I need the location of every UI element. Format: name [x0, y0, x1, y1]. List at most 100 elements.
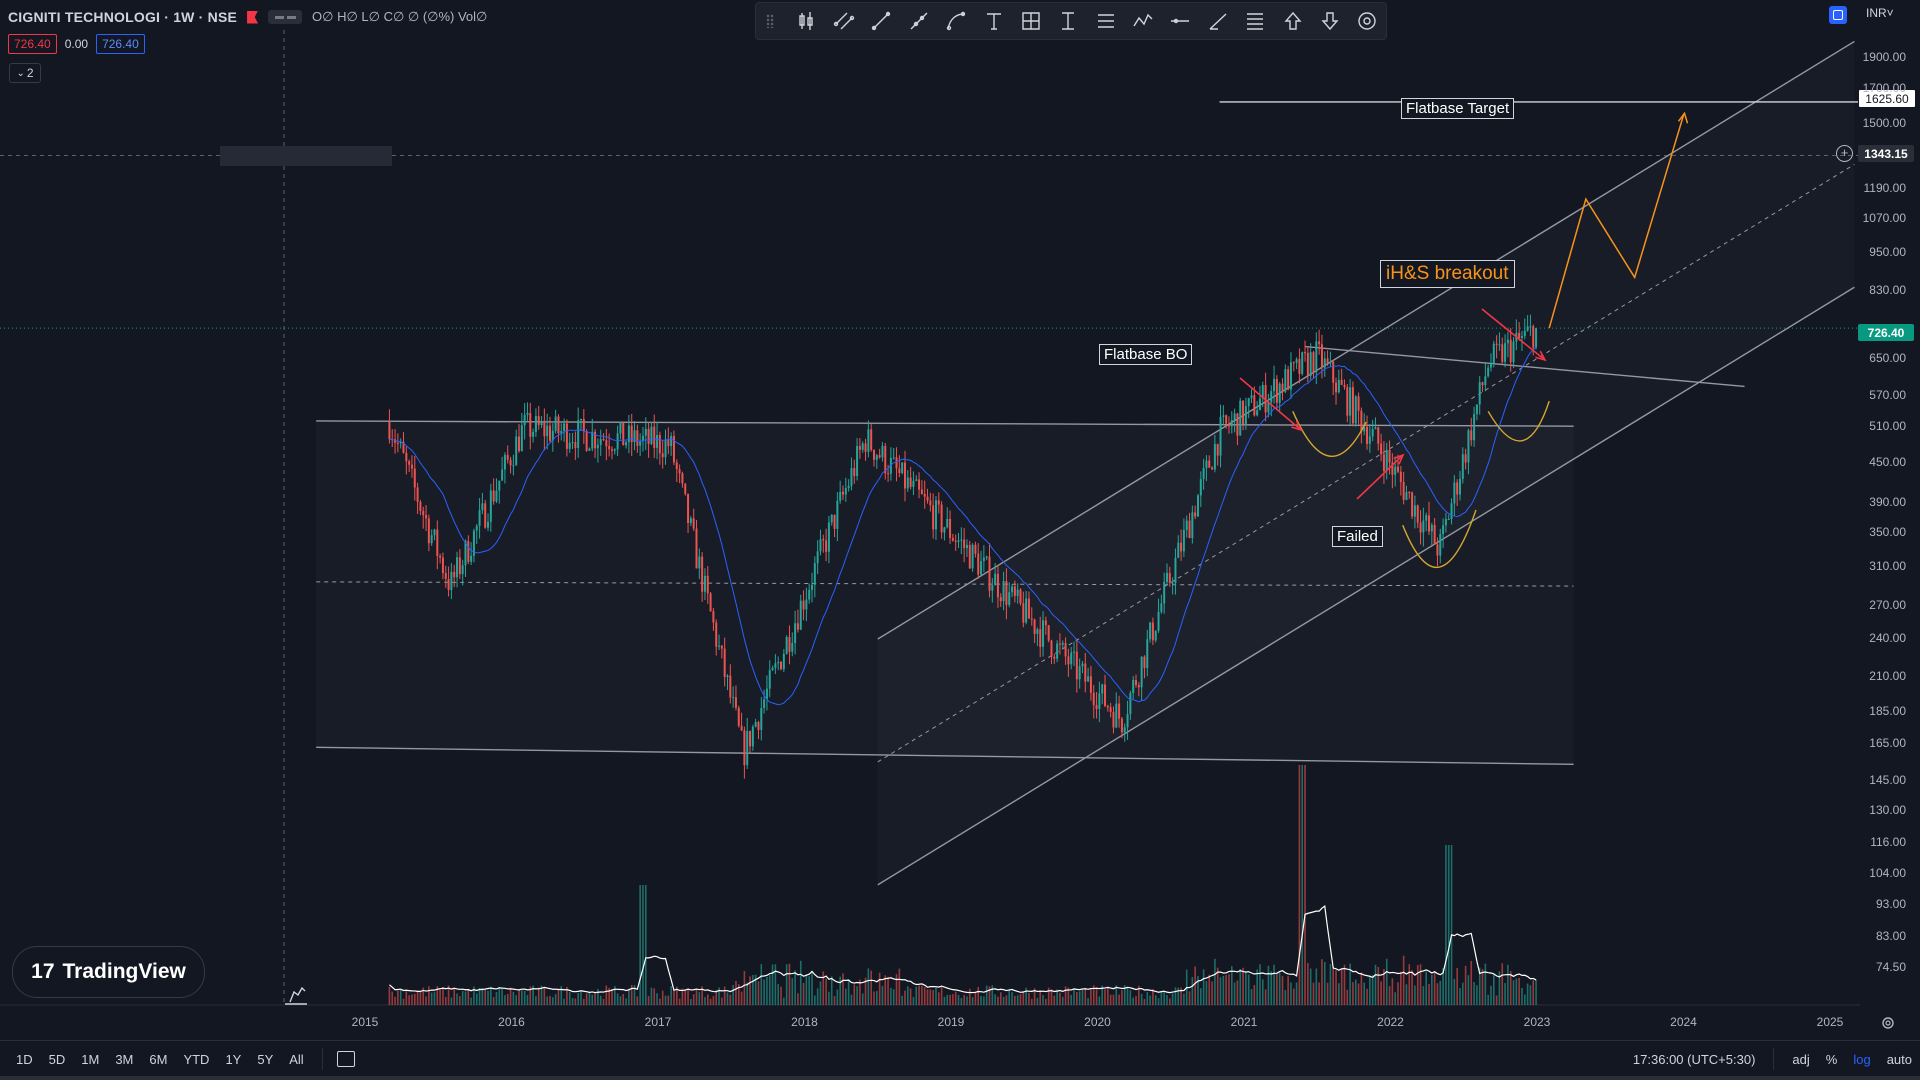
pattern-icon[interactable]: [1124, 6, 1161, 36]
currency-selector[interactable]: INR˅: [1866, 6, 1894, 20]
volume-bar: [923, 987, 926, 1005]
volume-bar: [912, 997, 915, 1005]
buy-price[interactable]: 726.40: [96, 34, 145, 54]
dino-icon[interactable]: [282, 982, 310, 1006]
volume-bar: [585, 993, 588, 1005]
add-alert-icon[interactable]: +: [1836, 145, 1853, 162]
settings-circle-icon[interactable]: [1349, 6, 1386, 36]
candle-body: [1340, 379, 1343, 386]
ihs-breakout-label[interactable]: iH&S breakout: [1380, 260, 1515, 288]
volume-bar: [1121, 990, 1123, 1005]
candle-body: [467, 540, 470, 562]
sell-price[interactable]: 726.40: [8, 34, 57, 54]
volume-bar: [943, 996, 946, 1005]
volume-bar: [1045, 998, 1047, 1005]
volume-bar: [428, 986, 430, 1005]
candle-body: [1016, 589, 1019, 596]
timeframe-group: 1D 5D 1M 3M 6M YTD 1Y 5Y All: [0, 1052, 312, 1067]
horizontal-line-icon[interactable]: [1162, 6, 1199, 36]
arrow-up-icon[interactable]: [1274, 6, 1311, 36]
timeframe-6m[interactable]: 6M: [141, 1052, 175, 1067]
candle-body: [1304, 352, 1307, 354]
candle-body: [861, 443, 864, 450]
text-icon[interactable]: [975, 6, 1012, 36]
volume-bar: [399, 990, 402, 1005]
collapse-indicators-button[interactable]: ⌄ 2: [9, 63, 41, 83]
timeframe-1y[interactable]: 1Y: [217, 1052, 249, 1067]
curve-icon[interactable]: [937, 6, 974, 36]
candle-body: [1227, 423, 1230, 427]
volume-bar: [1408, 964, 1411, 1005]
volume-bar: [1304, 765, 1306, 1005]
percent-toggle[interactable]: %: [1818, 1052, 1846, 1067]
candle-body: [543, 421, 546, 437]
candle-body: [1425, 515, 1428, 521]
price-tick: 145.00: [1869, 772, 1906, 787]
flag-icon[interactable]: [247, 10, 259, 24]
visibility-toggle-icon[interactable]: [268, 10, 303, 24]
ray-icon[interactable]: [900, 6, 937, 36]
brush-icon[interactable]: [1199, 6, 1236, 36]
log-toggle[interactable]: log: [1845, 1052, 1878, 1067]
timeframe-1m[interactable]: 1M: [73, 1052, 107, 1067]
candle-body: [1191, 512, 1194, 539]
lines-icon[interactable]: [1237, 6, 1274, 36]
timeframe-ytd[interactable]: YTD: [175, 1052, 217, 1067]
drag-handle-icon[interactable]: [766, 14, 774, 28]
tradingview-logo[interactable]: 17 TradingView: [12, 946, 205, 998]
volume-bar: [1352, 982, 1354, 1005]
auto-toggle[interactable]: auto: [1879, 1052, 1920, 1067]
candle-body: [644, 428, 647, 436]
timeframe-1d[interactable]: 1D: [0, 1052, 41, 1067]
volume-bar: [1188, 991, 1191, 1005]
gear-icon[interactable]: [1880, 1015, 1896, 1031]
candles-icon[interactable]: [788, 6, 825, 36]
timeframe-all[interactable]: All: [281, 1052, 311, 1067]
calendar-icon[interactable]: [336, 1051, 355, 1067]
candle-body: [416, 487, 419, 502]
parallel-channel-icon[interactable]: [825, 6, 862, 36]
fib-icon[interactable]: [1087, 6, 1124, 36]
grid-icon[interactable]: [1012, 6, 1049, 36]
failed-label[interactable]: Failed: [1332, 526, 1383, 547]
volume-bar: [653, 988, 656, 1005]
year-tick: 2025: [1816, 1015, 1844, 1029]
volume-bar: [1166, 994, 1168, 1005]
volume-bar: [1385, 958, 1388, 1005]
candle-body: [1101, 684, 1104, 694]
candle-body: [1132, 680, 1135, 694]
volume-bar: [594, 992, 596, 1005]
candle-body: [678, 469, 681, 474]
volume-bar: [1169, 998, 1171, 1005]
window-icon[interactable]: [1829, 6, 1847, 24]
time-display[interactable]: 17:36:00 (UTC+5:30): [1625, 1052, 1763, 1067]
volume-bar: [777, 984, 780, 1005]
candle-body: [1202, 468, 1205, 480]
volume-bar: [1535, 979, 1537, 1005]
volume-bar: [1504, 983, 1506, 1005]
candle-body: [441, 557, 444, 574]
volume-bar: [498, 986, 501, 1005]
candle-body: [1501, 344, 1504, 362]
timeframe-3m[interactable]: 3M: [107, 1052, 141, 1067]
candle-body: [1478, 382, 1481, 405]
text-cursor-icon[interactable]: [1050, 6, 1087, 36]
volume-bar: [583, 998, 585, 1005]
trend-line-icon[interactable]: [863, 6, 900, 36]
flatbase-target-label[interactable]: Flatbase Target: [1401, 98, 1515, 119]
candle-body: [901, 462, 904, 474]
volume-bar: [1532, 980, 1535, 1005]
arrow-down-icon[interactable]: [1311, 6, 1348, 36]
symbol-title[interactable]: CIGNITI TECHNOLOGI · 1W · NSE: [8, 9, 237, 25]
flatbase-bo-label[interactable]: Flatbase BO: [1099, 344, 1193, 365]
timeframe-5d[interactable]: 5D: [41, 1052, 74, 1067]
timeframe-5y[interactable]: 5Y: [249, 1052, 281, 1067]
candle-body: [388, 421, 391, 440]
candle-body: [396, 442, 399, 444]
candle-body: [999, 597, 1002, 602]
volume-bar: [822, 971, 825, 1005]
candle-body: [1461, 454, 1464, 479]
volume-bar: [656, 993, 658, 1005]
candle-body: [1498, 344, 1501, 346]
adj-toggle[interactable]: adj: [1784, 1052, 1817, 1067]
